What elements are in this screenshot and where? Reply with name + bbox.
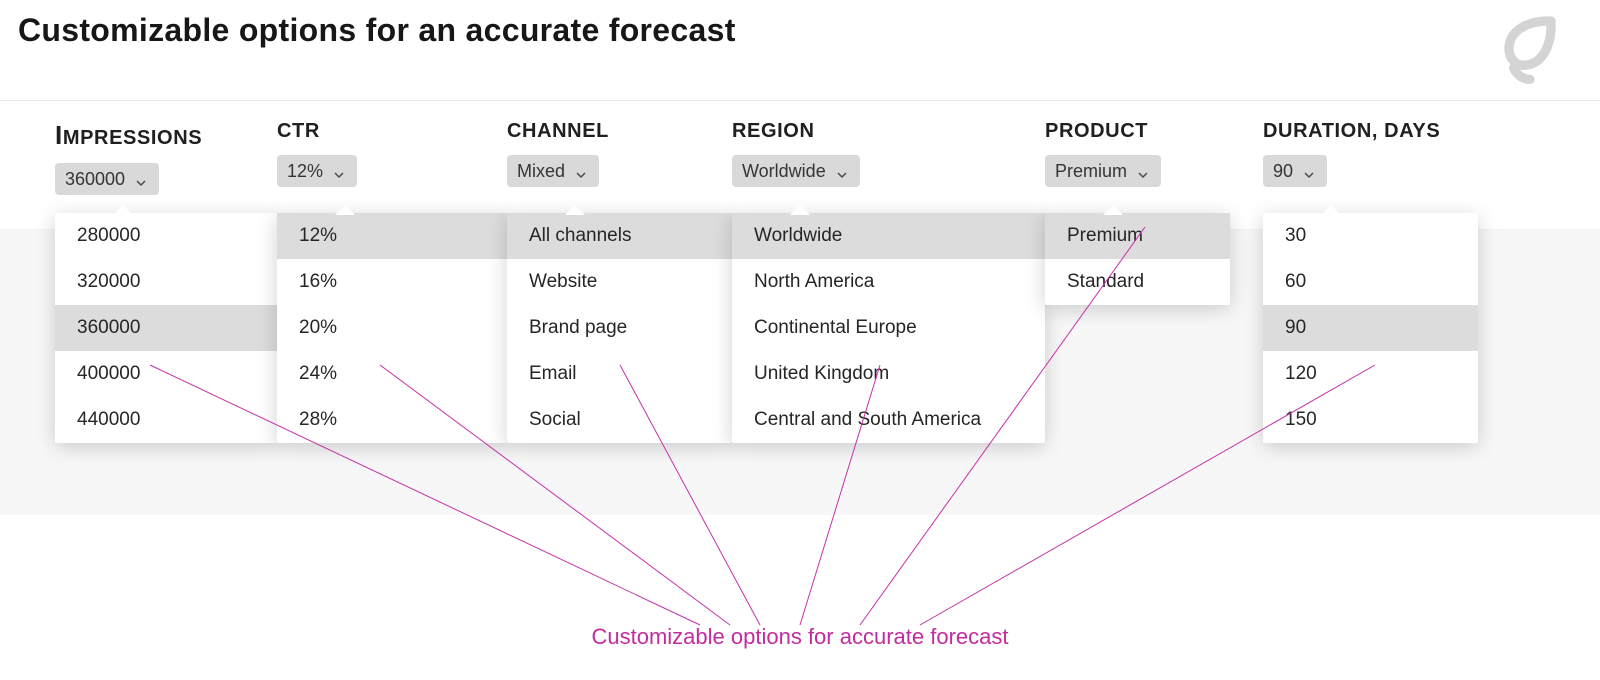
- filter-region-button[interactable]: Worldwide: [732, 155, 860, 187]
- filter-ctr-menu: 12% 16% 20% 24% 28%: [277, 213, 507, 443]
- option-channel[interactable]: Social: [507, 397, 732, 443]
- filter-channel-menu: All channels Website Brand page Email So…: [507, 213, 732, 443]
- leaf-logo-icon: [1494, 14, 1566, 84]
- option-impressions[interactable]: 280000: [55, 213, 277, 259]
- filter-ctr-value: 12%: [287, 161, 323, 182]
- filter-channel-label: Channel: [507, 120, 732, 155]
- option-region[interactable]: North America: [732, 259, 1045, 305]
- option-region[interactable]: Continental Europe: [732, 305, 1045, 351]
- option-ctr[interactable]: 28%: [277, 397, 507, 443]
- option-channel[interactable]: All channels: [507, 213, 732, 259]
- option-product[interactable]: Standard: [1045, 259, 1230, 305]
- option-region[interactable]: United Kingdom: [732, 351, 1045, 397]
- filter-region-value: Worldwide: [742, 161, 826, 182]
- option-impressions[interactable]: 440000: [55, 397, 277, 443]
- filter-duration-menu: 30 60 90 120 150: [1263, 213, 1478, 443]
- filter-product-menu: Premium Standard: [1045, 213, 1230, 305]
- filter-impressions: Impressions 360000 280000 320000 360000 …: [55, 120, 277, 195]
- chevron-down-icon: [333, 165, 345, 177]
- filter-impressions-menu: 280000 320000 360000 400000 440000: [55, 213, 277, 443]
- option-product[interactable]: Premium: [1045, 213, 1230, 259]
- option-channel[interactable]: Brand page: [507, 305, 732, 351]
- filter-impressions-button[interactable]: 360000: [55, 163, 159, 195]
- filter-impressions-label: Impressions: [55, 120, 277, 163]
- filters-row: Impressions 360000 280000 320000 360000 …: [0, 120, 1600, 490]
- filter-channel-value: Mixed: [517, 161, 565, 182]
- option-channel[interactable]: Website: [507, 259, 732, 305]
- option-duration[interactable]: 30: [1263, 213, 1478, 259]
- option-impressions[interactable]: 400000: [55, 351, 277, 397]
- option-duration[interactable]: 120: [1263, 351, 1478, 397]
- option-region[interactable]: Central and South America: [732, 397, 1045, 443]
- option-impressions[interactable]: 360000: [55, 305, 277, 351]
- filter-product-button[interactable]: Premium: [1045, 155, 1161, 187]
- option-duration[interactable]: 90: [1263, 305, 1478, 351]
- filter-region-label: Region: [732, 120, 1045, 155]
- option-ctr[interactable]: 12%: [277, 213, 507, 259]
- option-ctr[interactable]: 16%: [277, 259, 507, 305]
- chevron-down-icon: [1303, 165, 1315, 177]
- callout-annotation: Customizable options for accurate foreca…: [0, 530, 1600, 680]
- chevron-down-icon: [836, 165, 848, 177]
- filter-product: Product Premium Premium Standard: [1045, 120, 1263, 187]
- filter-channel-button[interactable]: Mixed: [507, 155, 599, 187]
- filter-ctr: CTR 12% 12% 16% 20% 24% 28%: [277, 120, 507, 187]
- filter-channel: Channel Mixed All channels Website Brand…: [507, 120, 732, 187]
- filter-product-label: Product: [1045, 120, 1263, 155]
- option-duration[interactable]: 150: [1263, 397, 1478, 443]
- filter-ctr-button[interactable]: 12%: [277, 155, 357, 187]
- option-region[interactable]: Worldwide: [732, 213, 1045, 259]
- chevron-down-icon: [135, 173, 147, 185]
- filter-impressions-value: 360000: [65, 169, 125, 190]
- filter-duration: Duration, days 90 30 60 90 120 150: [1263, 120, 1478, 187]
- option-ctr[interactable]: 20%: [277, 305, 507, 351]
- chevron-down-icon: [575, 165, 587, 177]
- filter-duration-button[interactable]: 90: [1263, 155, 1327, 187]
- page-title: Customizable options for an accurate for…: [18, 12, 736, 49]
- option-impressions[interactable]: 320000: [55, 259, 277, 305]
- filter-ctr-label: CTR: [277, 120, 507, 155]
- chevron-down-icon: [1137, 165, 1149, 177]
- callout-text: Customizable options for accurate foreca…: [0, 624, 1600, 650]
- filter-duration-label: Duration, days: [1263, 120, 1478, 155]
- filter-region: Region Worldwide Worldwide North America…: [732, 120, 1045, 187]
- filter-region-menu: Worldwide North America Continental Euro…: [732, 213, 1045, 443]
- filter-duration-value: 90: [1273, 161, 1293, 182]
- option-channel[interactable]: Email: [507, 351, 732, 397]
- filter-product-value: Premium: [1055, 161, 1127, 182]
- option-duration[interactable]: 60: [1263, 259, 1478, 305]
